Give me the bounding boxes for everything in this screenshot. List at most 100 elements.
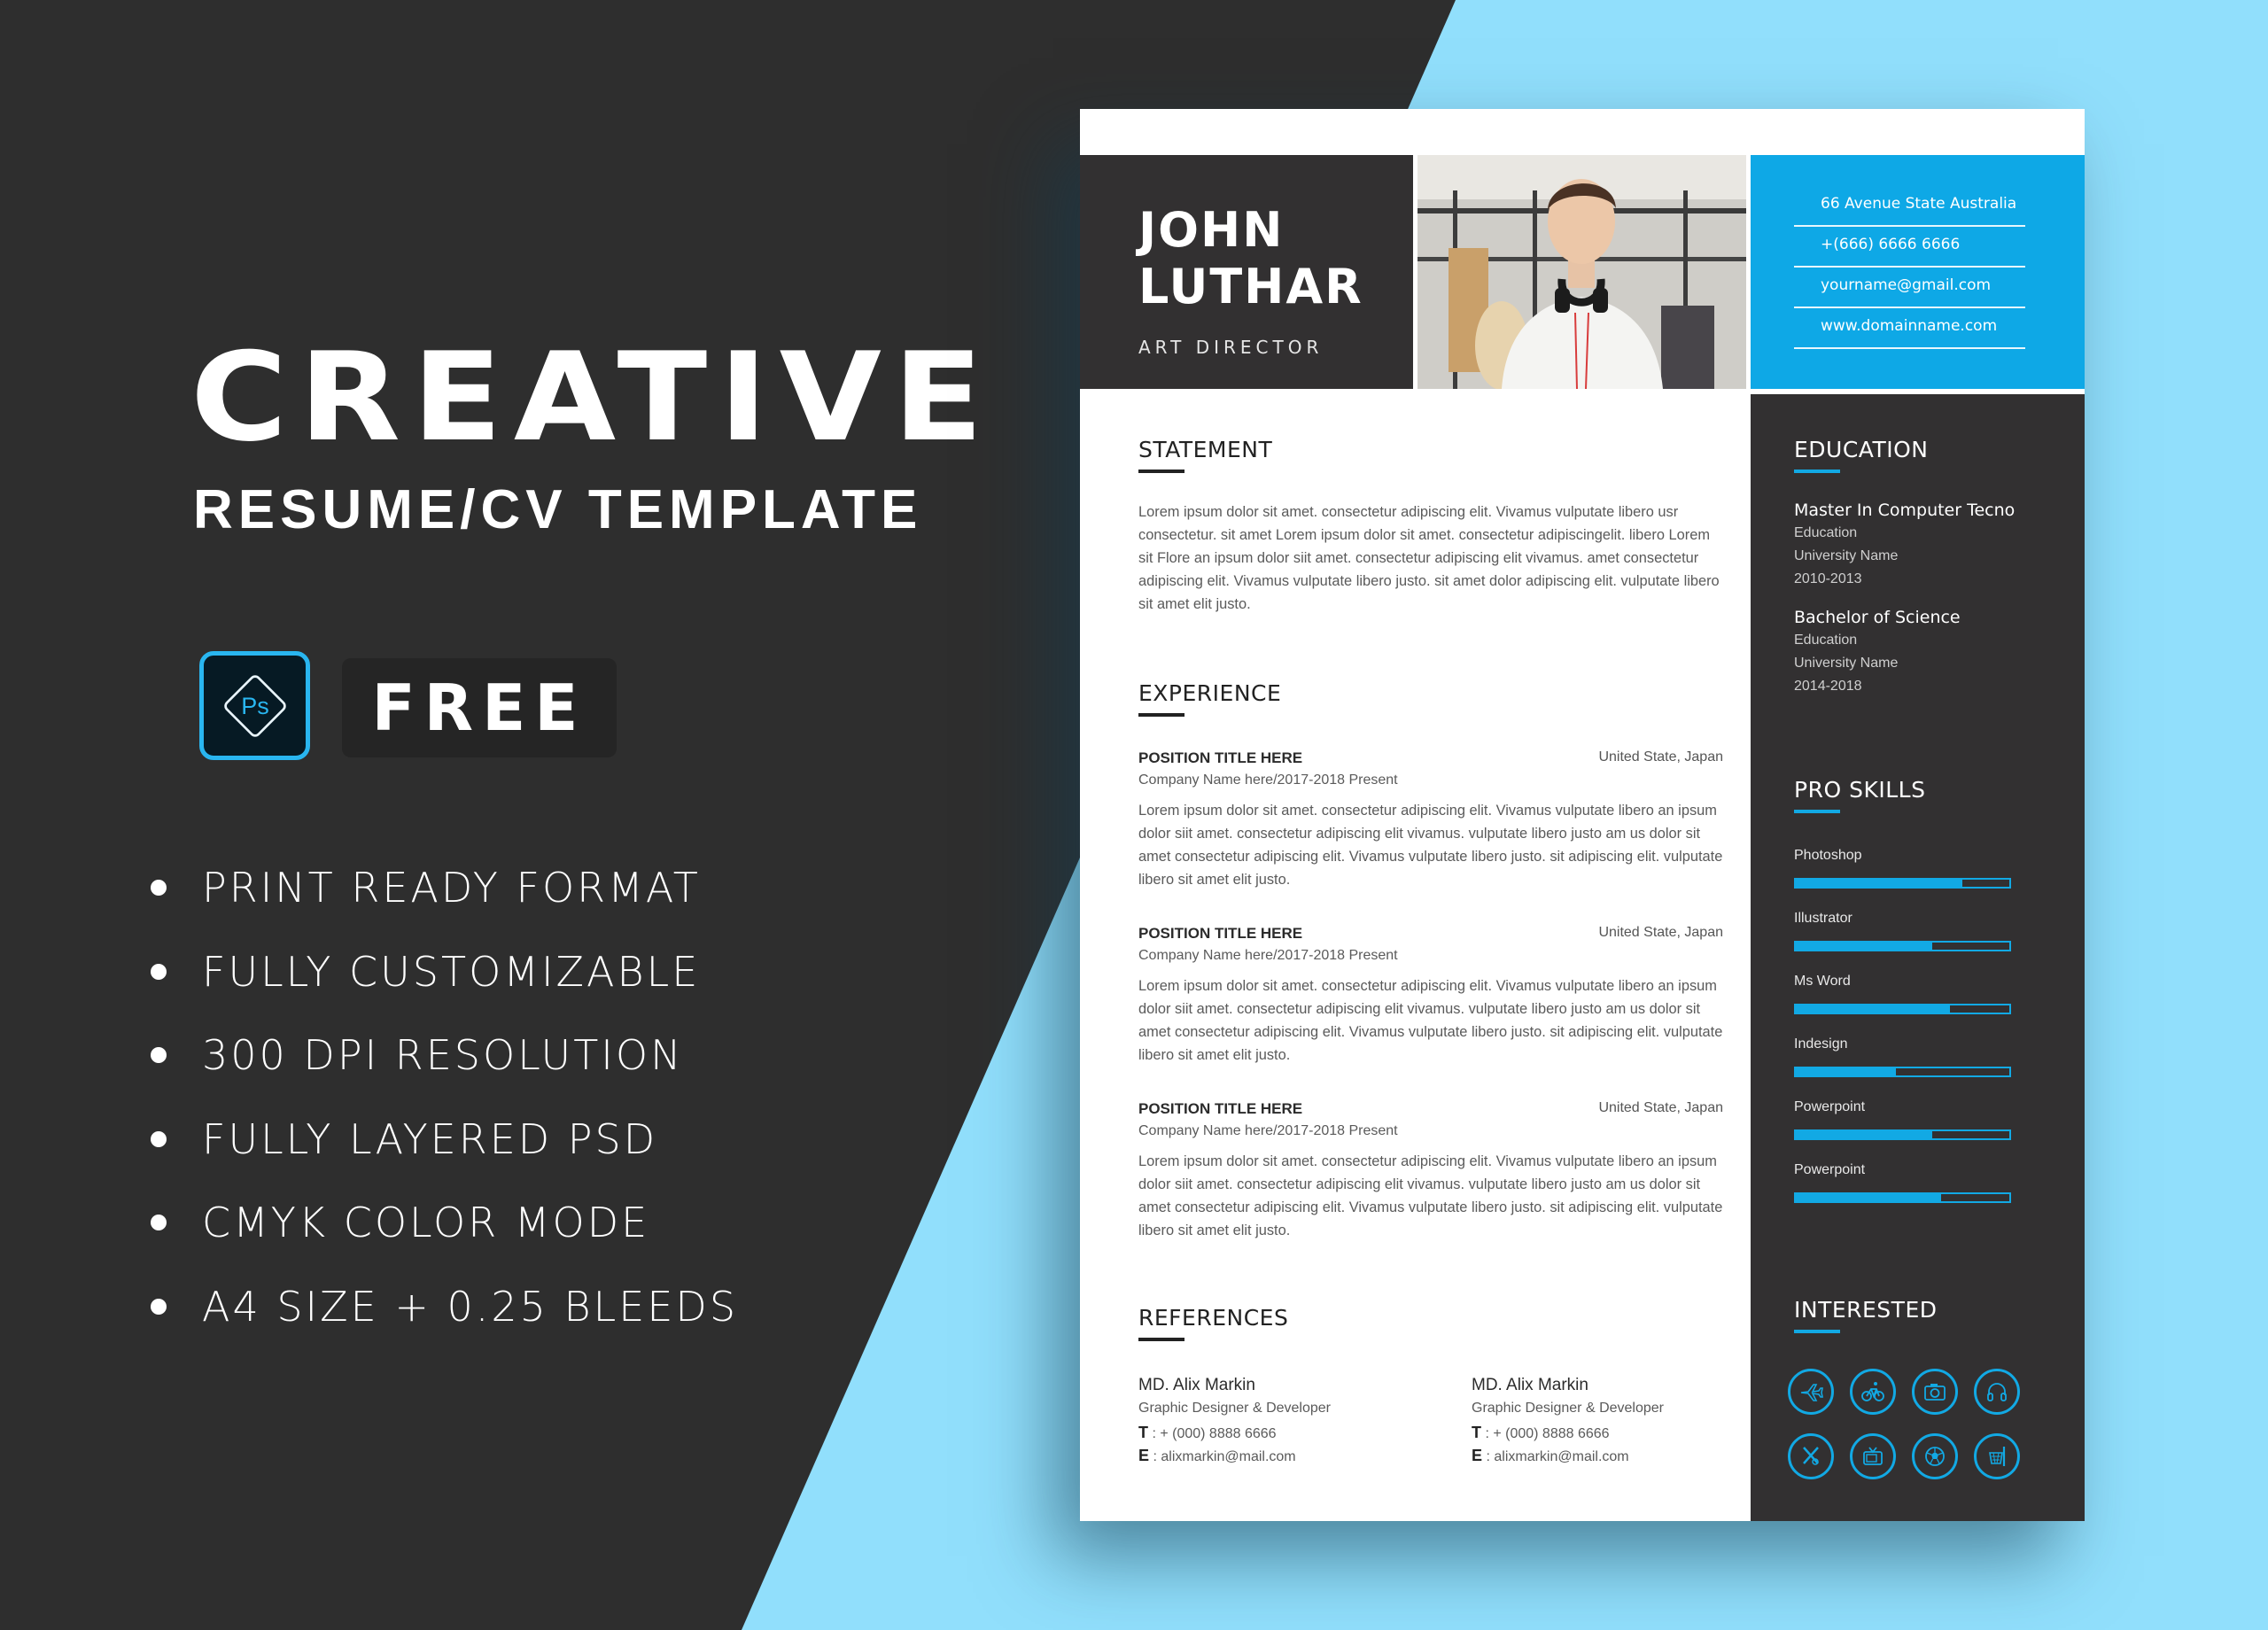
skill-item: Powerpoint <box>1794 1099 2011 1140</box>
svg-text:Ps: Ps <box>241 693 269 719</box>
skill-bar-fill <box>1796 1068 1897 1075</box>
references-underline <box>1138 1338 1184 1341</box>
experience-description: Lorem ipsum dolor sit amet. consectetur … <box>1138 1153 1723 1238</box>
resume-page: JOHN LUTHAR ART DIRECTOR 66 Avenue State… <box>1080 109 2085 1521</box>
skill-name: Photoshop <box>1794 848 1862 863</box>
tv-icon <box>1850 1433 1896 1479</box>
skill-bar <box>1794 1067 2011 1077</box>
skill-item: Photoshop <box>1794 848 2011 889</box>
contact-address: 66 Avenue State Australia <box>1794 186 2025 227</box>
bullet-icon <box>151 963 167 980</box>
bullet-icon <box>151 1215 167 1231</box>
skill-bar-fill <box>1796 880 1962 887</box>
bullet-icon <box>151 1130 167 1147</box>
skill-item: Indesign <box>1794 1036 2011 1077</box>
bullet-icon <box>151 1298 167 1315</box>
reference-phone: T : + (000) 8888 6666 <box>1472 1424 1610 1441</box>
feature-item: FULLY LAYERED PSD <box>151 1098 738 1182</box>
skill-bar <box>1794 878 2011 889</box>
skill-item: Illustrator <box>1794 911 2011 951</box>
soccer-ball-icon <box>1912 1433 1958 1479</box>
experience-description: Lorem ipsum dolor sit amet. consectetur … <box>1138 978 1723 1063</box>
feature-item: PRINT READY FORMAT <box>151 846 738 930</box>
reference-role: Graphic Designer & Developer <box>1138 1401 1331 1416</box>
education-school: University Name <box>1794 548 1899 563</box>
education-degree: Master In Computer Tecno <box>1794 501 2016 520</box>
company-name: Company Name here/2017-2018 Present <box>1138 772 1398 788</box>
photoshop-logo-icon: Ps <box>199 651 310 760</box>
position-location: United State, Japan <box>1598 1100 1723 1115</box>
skill-bar <box>1794 1192 2011 1203</box>
contact-block: 66 Avenue State Australia +(666) 6666 66… <box>1751 155 2085 389</box>
statement-underline <box>1138 470 1184 473</box>
statement-heading: STATEMENT <box>1138 437 1273 462</box>
contact-phone: +(666) 6666 6666 <box>1794 227 2025 268</box>
feature-item: FULLY CUSTOMIZABLE <box>151 930 738 1014</box>
feature-item: A4 SIZE + 0.25 BLEEDS <box>151 1265 738 1349</box>
promo-subtitle: RESUME/CV TEMPLATE <box>193 479 923 540</box>
education-heading: EDUCATION <box>1794 437 1929 462</box>
skill-bar-fill <box>1796 1131 1933 1138</box>
skill-bar <box>1794 941 2011 951</box>
skill-name: Illustrator <box>1794 911 1852 926</box>
experience-item: POSITION TITLE HERE United State, Japan C… <box>1138 749 1723 891</box>
position-location: United State, Japan <box>1598 925 1723 940</box>
bicycle-icon <box>1850 1369 1896 1415</box>
bullet-icon <box>151 880 167 896</box>
feature-list: PRINT READY FORMAT FULLY CUSTOMIZABLE 30… <box>151 846 738 1348</box>
reference-email[interactable]: E : alixmarkin@mail.com <box>1472 1447 1755 1470</box>
references-heading: REFERENCES <box>1138 1305 1289 1331</box>
education-years: 2014-2018 <box>1794 679 1862 694</box>
experience-underline <box>1138 713 1184 717</box>
position-title: POSITION TITLE HERE <box>1138 749 1303 766</box>
reference-name: MD. Alix Markin <box>1138 1376 1255 1394</box>
skill-bar-fill <box>1796 1194 1941 1201</box>
interests-underline <box>1794 1330 1840 1333</box>
education-item: Bachelor of Science Education University… <box>1794 608 2060 702</box>
education-school: University Name <box>1794 656 1899 671</box>
skill-name: Powerpoint <box>1794 1162 1866 1177</box>
skill-name: Powerpoint <box>1794 1099 1866 1114</box>
skill-bar-fill <box>1796 1005 1950 1013</box>
reference-role: Graphic Designer & Developer <box>1472 1401 1664 1416</box>
headphones-icon <box>1974 1369 2020 1415</box>
experience-item: POSITION TITLE HERE United State, Japan C… <box>1138 925 1723 1067</box>
education-field: Education <box>1794 525 1858 540</box>
feature-item: 300 DPI RESOLUTION <box>151 1013 738 1098</box>
experience-item: POSITION TITLE HERE United State, Japan C… <box>1138 1100 1723 1242</box>
reference-name: MD. Alix Markin <box>1472 1376 1588 1394</box>
name-block: JOHN LUTHAR ART DIRECTOR <box>1080 155 1413 389</box>
contact-website[interactable]: www.domainname.com <box>1794 308 2025 349</box>
skill-item: Powerpoint <box>1794 1162 2011 1203</box>
education-degree: Bachelor of Science <box>1794 608 1961 627</box>
promo-title: CREATIVE <box>190 326 995 469</box>
contact-email[interactable]: yourname@gmail.com <box>1794 268 2025 308</box>
reference-email[interactable]: E : alixmarkin@mail.com <box>1138 1447 1422 1470</box>
cricket-icon <box>1788 1433 1834 1479</box>
statement-text: Lorem ipsum dolor sit amet. consectetur … <box>1138 504 1720 612</box>
company-name: Company Name here/2017-2018 Present <box>1138 948 1398 963</box>
position-title: POSITION TITLE HERE <box>1138 1100 1303 1117</box>
bullet-icon <box>151 1047 167 1064</box>
plane-icon <box>1788 1369 1834 1415</box>
skill-name: Indesign <box>1794 1036 1848 1052</box>
experience-heading: EXPERIENCE <box>1138 680 1282 706</box>
education-field: Education <box>1794 633 1858 648</box>
last-name: LUTHAR <box>1138 259 1363 314</box>
company-name: Company Name here/2017-2018 Present <box>1138 1123 1398 1138</box>
profile-photo <box>1418 155 1746 389</box>
first-name: JOHN <box>1138 202 1285 258</box>
basketball-hoop-icon <box>1974 1433 2020 1479</box>
reference-card: MD. Alix Markin Graphic Designer & Devel… <box>1472 1376 1755 1470</box>
education-underline <box>1794 470 1840 473</box>
skill-item: Ms Word <box>1794 974 2011 1014</box>
education-years: 2010-2013 <box>1794 571 1862 586</box>
reference-phone: T : + (000) 8888 6666 <box>1138 1424 1277 1441</box>
position-location: United State, Japan <box>1598 749 1723 765</box>
skill-bar <box>1794 1129 2011 1140</box>
skill-bar <box>1794 1004 2011 1014</box>
skill-bar-fill <box>1796 943 1933 950</box>
experience-description: Lorem ipsum dolor sit amet. consectetur … <box>1138 803 1723 888</box>
feature-item: CMYK COLOR MODE <box>151 1181 738 1265</box>
reference-card: MD. Alix Markin Graphic Designer & Devel… <box>1138 1376 1422 1470</box>
